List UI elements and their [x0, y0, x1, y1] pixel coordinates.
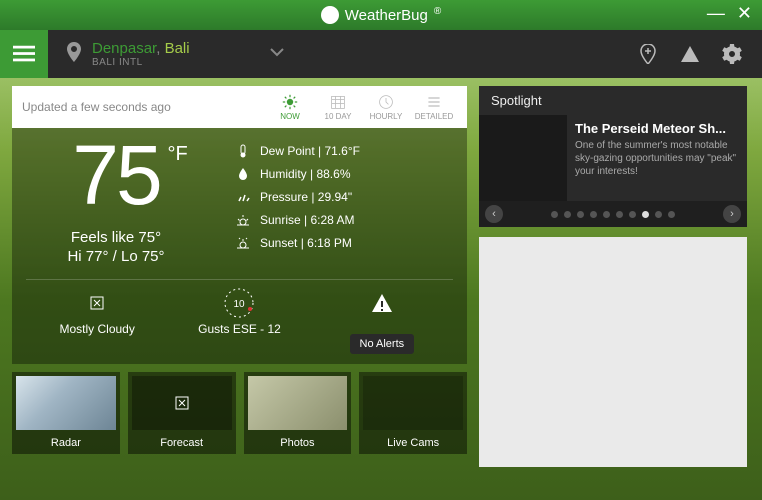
alert-triangle-icon — [311, 288, 453, 318]
content: Updated a few seconds ago NOW 10 DAY HOU… — [0, 78, 762, 479]
clock-icon — [377, 94, 395, 110]
detail-pressure: Pressure | 29.94" — [236, 190, 360, 204]
dot[interactable] — [616, 211, 623, 218]
forecast-thumb — [132, 376, 232, 430]
dot[interactable] — [629, 211, 636, 218]
brand-text: WeatherBug — [345, 7, 428, 24]
window-controls: — ✕ — [707, 6, 752, 20]
close-button[interactable]: ✕ — [737, 6, 752, 20]
menu-button[interactable] — [0, 30, 48, 78]
alerts-cell[interactable]: No Alerts — [311, 288, 453, 354]
pressure-icon — [236, 190, 250, 204]
spotlight-next-button[interactable]: › — [723, 205, 741, 223]
dot[interactable] — [551, 211, 558, 218]
hamburger-icon — [13, 45, 35, 63]
alerts-badge: No Alerts — [350, 334, 415, 354]
temperature-value: 75 °F — [72, 140, 159, 211]
spotlight-header: Spotlight — [479, 86, 747, 115]
current-conditions-panel: 75 °F Feels like 75° Hi 77° / Lo 75° Dew… — [12, 128, 467, 364]
location-dropdown-icon[interactable] — [270, 45, 284, 63]
card-radar[interactable]: Radar — [12, 372, 120, 454]
location-selector[interactable]: Denpasar, Bali BALI INTL — [92, 40, 190, 68]
spotlight-prev-button[interactable]: ‹ — [485, 205, 503, 223]
updated-text: Updated a few seconds ago — [22, 100, 267, 114]
ad-slot — [479, 237, 747, 467]
hi-lo: Hi 77° / Lo 75° — [26, 248, 206, 265]
title-bar: WeatherBug ® — ✕ — [0, 0, 762, 30]
radar-thumb — [16, 376, 116, 430]
current-row: 75 °F Feels like 75° Hi 77° / Lo 75° Dew… — [26, 140, 453, 265]
dot[interactable] — [577, 211, 584, 218]
right-column: Spotlight The Perseid Meteor Sh... One o… — [479, 86, 747, 467]
spotlight-body[interactable]: The Perseid Meteor Sh... One of the summ… — [479, 115, 747, 227]
dot[interactable] — [668, 211, 675, 218]
detail-dewpoint: Dew Point | 71.6°F — [236, 144, 360, 158]
spotlight-nav: ‹ › — [479, 201, 747, 227]
settings-icon[interactable] — [722, 44, 742, 64]
location-city: Denpasar — [92, 40, 156, 57]
dot[interactable] — [655, 211, 662, 218]
brand: WeatherBug ® — [321, 6, 441, 24]
dot[interactable] — [564, 211, 571, 218]
detail-humidity: Humidity | 88.6% — [236, 167, 360, 181]
toolbar-right — [638, 44, 762, 64]
bottom-cards: Radar Forecast Photos Live Cams — [12, 372, 467, 454]
minimize-button[interactable]: — — [707, 6, 725, 20]
alerts-icon[interactable] — [680, 44, 700, 64]
mid-row: Mostly Cloudy 10 Gusts ESE - 12 No Alert… — [26, 279, 453, 354]
wind-gauge-icon: 10 — [168, 288, 310, 318]
details-block: Dew Point | 71.6°F Humidity | 88.6% Pres… — [236, 140, 360, 265]
card-livecams[interactable]: Live Cams — [359, 372, 467, 454]
feels-like: Feels like 75° — [26, 229, 206, 246]
temperature-block: 75 °F Feels like 75° Hi 77° / Lo 75° — [26, 140, 206, 265]
detail-sunrise: Sunrise | 6:28 AM — [236, 213, 360, 227]
dot[interactable] — [603, 211, 610, 218]
list-icon — [425, 94, 443, 110]
dot[interactable] — [590, 211, 597, 218]
spotlight-title: The Perseid Meteor Sh... — [575, 121, 739, 136]
thermometer-icon — [236, 144, 250, 158]
tab-now[interactable]: NOW — [267, 94, 313, 121]
spotlight-desc: One of the summer's most notable sky-gaz… — [575, 139, 739, 178]
dot[interactable] — [642, 211, 649, 218]
card-forecast[interactable]: Forecast — [128, 372, 236, 454]
registered-icon: ® — [434, 6, 441, 17]
spotlight-panel: Spotlight The Perseid Meteor Sh... One o… — [479, 86, 747, 227]
detail-sunset: Sunset | 6:18 PM — [236, 236, 360, 250]
sunrise-icon — [236, 213, 250, 227]
sunset-icon — [236, 236, 250, 250]
tab-10day[interactable]: 10 DAY — [315, 94, 361, 121]
location-bar: Denpasar, Bali BALI INTL — [0, 30, 762, 78]
livecams-thumb — [363, 376, 463, 430]
left-column: Updated a few seconds ago NOW 10 DAY HOU… — [12, 86, 467, 467]
location-pin-icon — [66, 42, 82, 67]
svg-text:10: 10 — [234, 299, 246, 310]
add-location-icon[interactable] — [638, 44, 658, 64]
spotlight-dots — [503, 211, 723, 218]
tab-detailed[interactable]: DETAILED — [411, 94, 457, 121]
location-country: Bali — [165, 40, 190, 57]
calendar-icon — [329, 94, 347, 110]
temperature-unit: °F — [168, 146, 188, 163]
tab-hourly[interactable]: HOURLY — [363, 94, 409, 121]
condition-cell: Mostly Cloudy — [26, 288, 168, 354]
location-sub: BALI INTL — [92, 57, 190, 68]
wind-cell: 10 Gusts ESE - 12 — [168, 288, 310, 354]
photos-thumb — [248, 376, 348, 430]
droplet-icon — [236, 167, 250, 181]
brand-logo-icon — [321, 6, 339, 24]
view-tabs: NOW 10 DAY HOURLY DETAILED — [267, 94, 457, 121]
card-photos[interactable]: Photos — [244, 372, 352, 454]
tab-strip: Updated a few seconds ago NOW 10 DAY HOU… — [12, 86, 467, 128]
sun-icon — [281, 94, 299, 110]
cloudy-icon — [26, 288, 168, 318]
